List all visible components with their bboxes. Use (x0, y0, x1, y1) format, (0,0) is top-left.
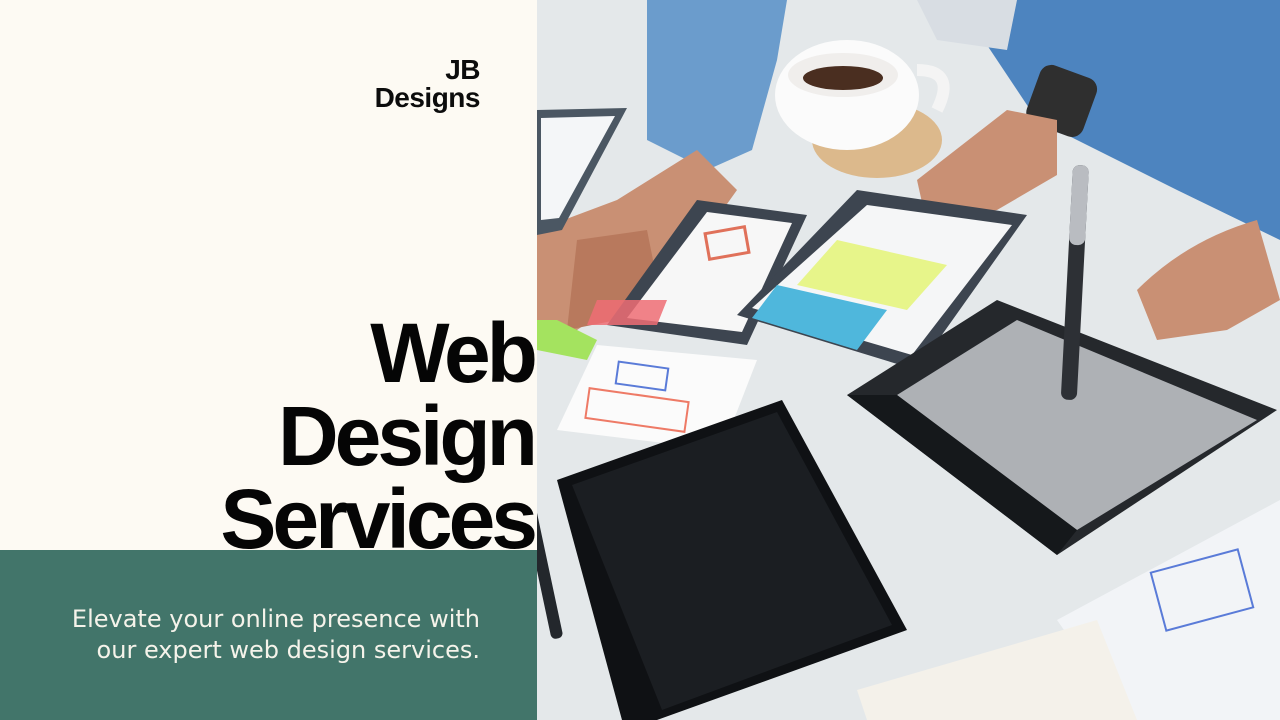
tagline-line-2: our expert web design services. (96, 636, 480, 664)
left-panel: JB Designs Web Design Services Elevate y… (0, 0, 538, 720)
page-title: Web Design Services (220, 306, 538, 566)
hero-photo (537, 0, 1280, 720)
wireframe-desk-illustration (537, 0, 1280, 720)
title-line-1: Web (370, 306, 538, 400)
tagline: Elevate your online presence with our ex… (20, 604, 480, 666)
title-line-2: Design (277, 389, 538, 483)
brand-line-2: Designs (374, 82, 481, 113)
brand-logo: JB Designs (374, 54, 481, 113)
tagline-line-1: Elevate your online presence with (71, 605, 480, 633)
tagline-panel: Elevate your online presence with our ex… (0, 550, 537, 720)
brand-line-1: JB (445, 54, 480, 85)
title-line-3: Services (220, 472, 538, 566)
